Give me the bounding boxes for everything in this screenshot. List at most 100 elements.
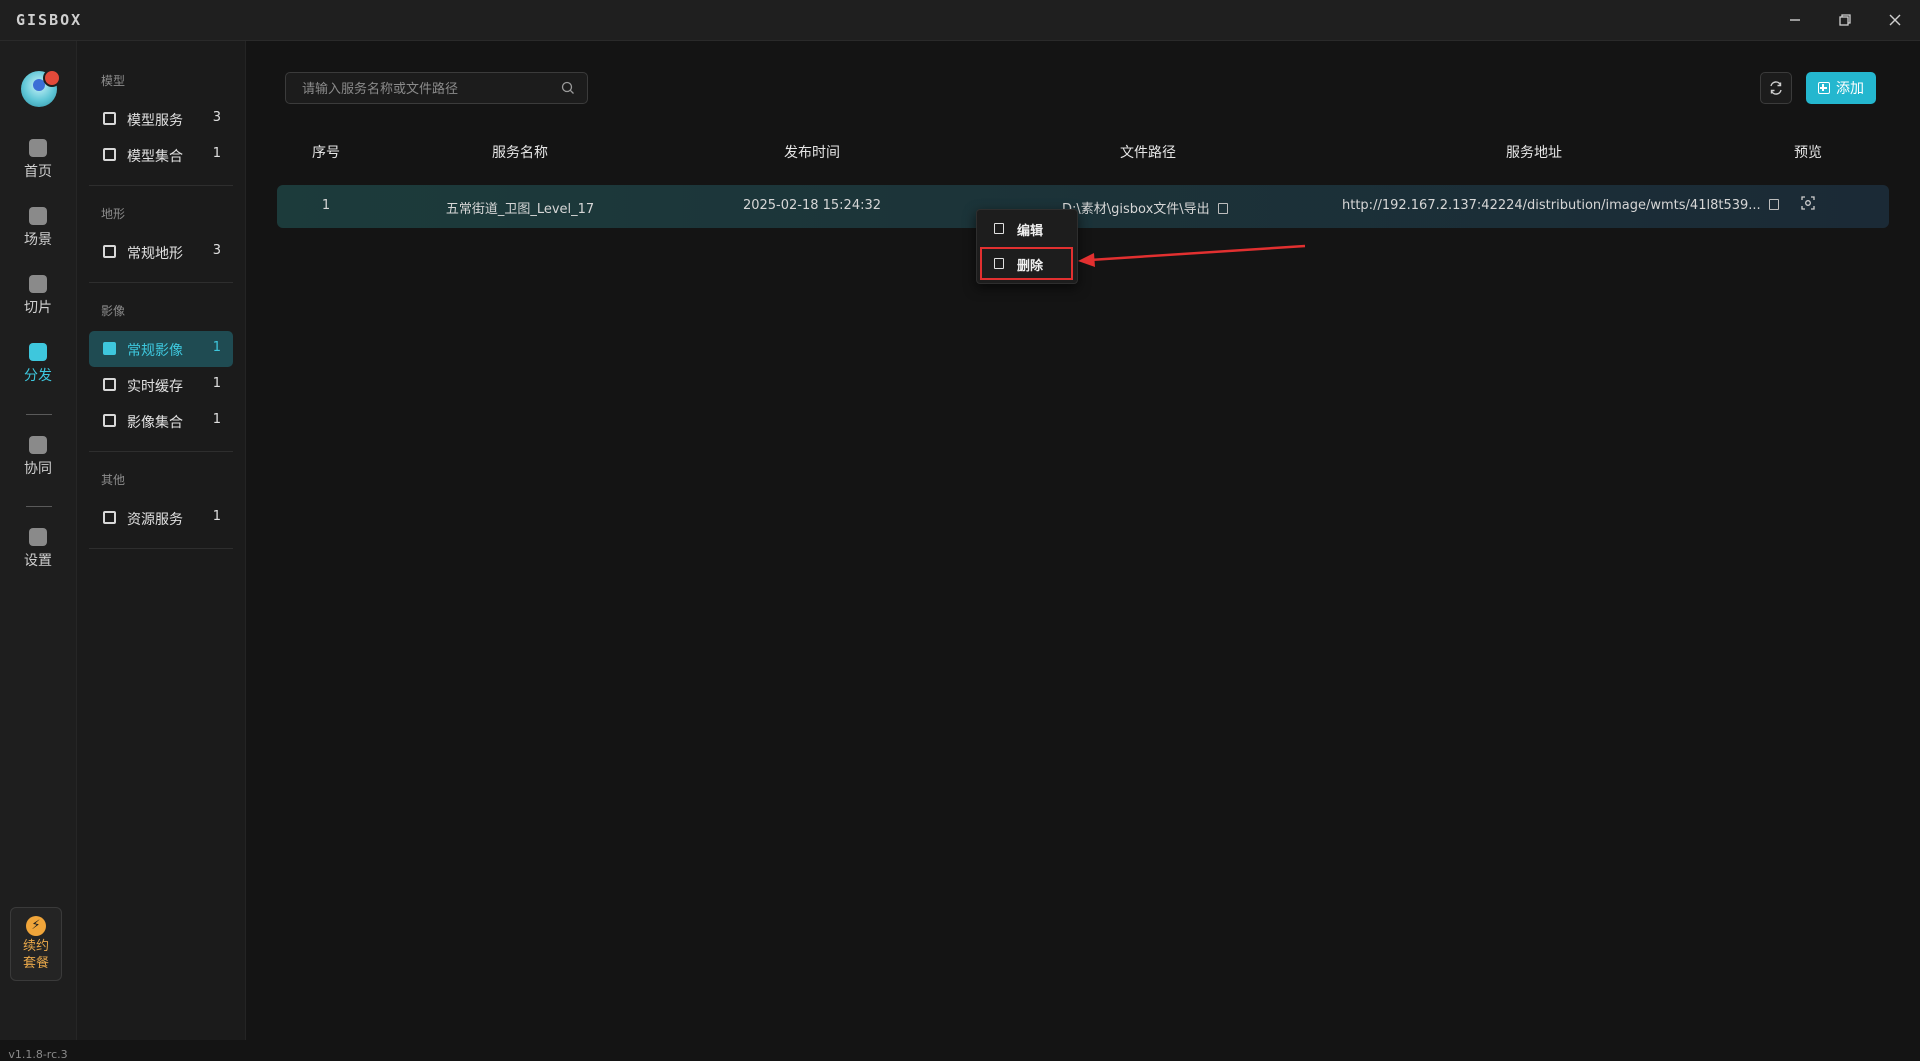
home-icon — [29, 139, 47, 157]
minimize-icon — [1790, 19, 1800, 21]
model-icon — [103, 112, 116, 125]
column-header-time: 发布时间 — [784, 145, 840, 161]
rail-item-label: 场景 — [24, 232, 52, 248]
cell-path-text: D:\素材\gisbox文件\导出 — [1062, 202, 1210, 217]
notification-badge-icon — [43, 69, 61, 87]
sidebar-item-resource-service[interactable]: 资源服务 1 — [89, 500, 233, 536]
sidebar-item-imagery[interactable]: 常规影像 1 — [89, 331, 233, 367]
minimize-button[interactable] — [1770, 0, 1820, 40]
renew-plan-button[interactable]: ⚡ 续约 套餐 — [10, 907, 62, 981]
version-label: v1.1.8-rc.3 — [8, 1048, 68, 1061]
sidebar-item-imagery-collection[interactable]: 影像集合 1 — [89, 403, 233, 439]
group-divider — [89, 451, 233, 452]
cell-url: http://192.167.2.137:42224/distribution/… — [1342, 198, 1779, 213]
rail-item-home[interactable]: 首页 — [0, 139, 76, 181]
sidebar-item-count: 3 — [212, 110, 221, 125]
renew-label-line2: 套餐 — [22, 956, 49, 971]
restore-icon — [1839, 14, 1851, 26]
search-box — [285, 72, 588, 105]
title-bar: GISBOX — [0, 0, 1920, 41]
rail-item-scene[interactable]: 场景 — [0, 207, 76, 249]
cache-icon — [103, 378, 116, 391]
group-title-other: 其他 — [101, 473, 126, 487]
sidebar-item-count: 3 — [212, 243, 221, 258]
collab-icon — [29, 436, 47, 454]
open-folder-icon[interactable] — [1217, 203, 1228, 214]
sidebar-item-model-collection[interactable]: 模型集合 1 — [89, 137, 233, 173]
column-header-path: 文件路径 — [1120, 145, 1176, 161]
rail-divider — [26, 506, 52, 507]
group-title-terrain: 地形 — [101, 207, 126, 221]
scene-icon — [29, 207, 47, 225]
sidebar-item-count: 1 — [212, 412, 221, 427]
rail-item-label: 分发 — [24, 368, 52, 384]
column-header-name: 服务名称 — [492, 145, 548, 161]
column-header-preview: 预览 — [1794, 145, 1822, 161]
rail-item-tile[interactable]: 切片 — [0, 275, 76, 317]
sidebar-item-count: 1 — [212, 509, 221, 524]
resource-icon — [103, 511, 116, 524]
rail-item-label: 首页 — [24, 164, 52, 180]
rail-item-label: 设置 — [24, 553, 52, 569]
menu-item-label: 编辑 — [1017, 224, 1044, 239]
rail-item-distribute[interactable]: 分发 — [0, 343, 76, 385]
avatar[interactable] — [21, 69, 61, 107]
group-title-imagery: 影像 — [101, 304, 126, 318]
group-divider — [89, 185, 233, 186]
sidebar-item-label: 模型集合 — [127, 149, 183, 165]
menu-item-edit[interactable]: 编辑 — [977, 212, 1077, 246]
lightning-icon: ⚡ — [26, 916, 46, 936]
add-button[interactable]: 添加 — [1806, 72, 1876, 104]
sidebar-item-label: 影像集合 — [127, 415, 183, 431]
rail-item-label: 协同 — [24, 461, 52, 477]
column-header-url: 服务地址 — [1506, 145, 1562, 161]
rail-divider — [26, 414, 52, 415]
left-rail: 首页 场景 切片 分发 协同 设置 ⚡ 续约 套餐 v1.1.8-rc.3 — [0, 41, 77, 1061]
copy-icon[interactable] — [1768, 199, 1779, 210]
column-header-index: 序号 — [312, 145, 340, 161]
sidebar-item-terrain[interactable]: 常规地形 3 — [89, 234, 233, 270]
group-divider — [89, 548, 233, 549]
highlight-box — [980, 247, 1073, 280]
sidebar-item-label: 资源服务 — [127, 512, 183, 528]
sidebar-item-model-service[interactable]: 模型服务 3 — [89, 101, 233, 137]
app-logo: GISBOX — [16, 11, 83, 29]
rail-item-label: 切片 — [24, 300, 52, 316]
refresh-icon — [1770, 81, 1782, 95]
group-divider — [89, 282, 233, 283]
renew-label-line1: 续约 — [22, 939, 49, 954]
imagery-icon — [103, 342, 116, 355]
sidebar-item-label: 实时缓存 — [127, 379, 183, 395]
preview-icon[interactable] — [1801, 196, 1815, 210]
close-button[interactable] — [1870, 0, 1920, 40]
refresh-button[interactable] — [1760, 72, 1792, 104]
sidebar-item-count: 1 — [212, 340, 221, 355]
rail-item-collab[interactable]: 协同 — [0, 436, 76, 478]
group-title-model: 模型 — [101, 74, 126, 88]
cell-url-text: http://192.167.2.137:42224/distribution/… — [1342, 198, 1761, 213]
terrain-icon — [103, 245, 116, 258]
sidebar-item-label: 常规影像 — [127, 343, 183, 359]
imagery-collection-icon — [103, 414, 116, 427]
edit-icon — [994, 223, 1004, 234]
sidebar-item-count: 1 — [212, 376, 221, 391]
model-collection-icon — [103, 148, 116, 161]
sidebar-item-realtime-cache[interactable]: 实时缓存 1 — [89, 367, 233, 403]
cell-name: 五常街道_卫图_Level_17 — [445, 202, 595, 217]
annotation-arrow-icon — [1078, 244, 1306, 267]
sidebar-item-label: 模型服务 — [127, 113, 183, 129]
cell-time: 2025-02-18 15:24:32 — [742, 198, 882, 213]
search-input[interactable] — [300, 73, 554, 105]
add-icon — [1818, 82, 1830, 94]
sidebar-item-count: 1 — [212, 146, 221, 161]
close-icon — [1889, 14, 1901, 26]
rail-item-settings[interactable]: 设置 — [0, 528, 76, 570]
sub-sidebar: 模型 模型服务 3 模型集合 1 地形 常规地形 3 影像 常规影像 1 实时缓… — [77, 41, 246, 1040]
distribute-icon — [29, 343, 47, 361]
restore-button[interactable] — [1820, 0, 1870, 40]
cell-preview — [1798, 196, 1818, 214]
tile-icon — [29, 275, 47, 293]
search-icon[interactable] — [561, 81, 575, 95]
add-button-label: 添加 — [1836, 81, 1864, 97]
sidebar-item-label: 常规地形 — [127, 246, 183, 262]
